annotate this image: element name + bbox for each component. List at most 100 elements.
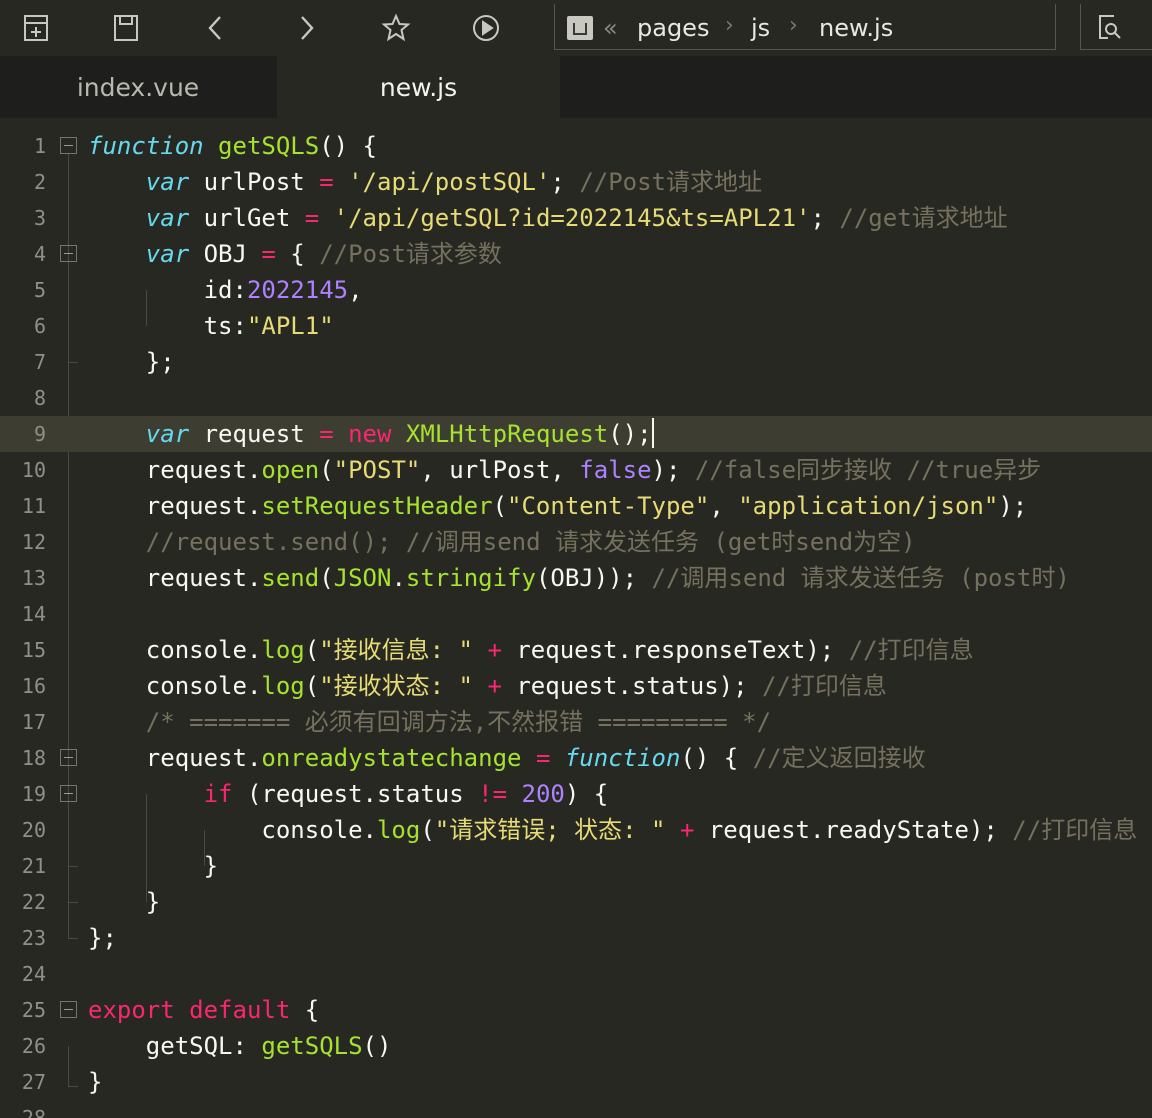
code-line[interactable]: 26 getSQL: getSQLS(): [0, 1028, 1152, 1064]
code-line[interactable]: 3 var urlGet = '/api/getSQL?id=2022145&t…: [0, 200, 1152, 236]
star-icon[interactable]: [376, 8, 416, 48]
code-text: }: [88, 1064, 102, 1100]
breadcrumb-item-pages[interactable]: pages: [637, 14, 709, 42]
code-token: if: [203, 780, 233, 808]
code-token: }: [88, 852, 219, 880]
code-text: request.setRequestHeader("Content-Type",…: [88, 488, 1027, 524]
breadcrumb-back[interactable]: «: [603, 14, 618, 42]
code-token: (: [304, 636, 320, 664]
code-line[interactable]: 15 console.log("接收信息: " + request.respon…: [0, 632, 1152, 668]
code-token: (: [420, 816, 435, 844]
line-number: 15: [21, 638, 46, 662]
code-token: ;: [810, 204, 840, 232]
code-line[interactable]: 19 if (request.status != 200) {: [0, 776, 1152, 812]
code-token: (request.status: [232, 780, 479, 808]
code-token: send: [261, 564, 320, 592]
code-token: );: [651, 456, 695, 484]
code-text: var OBJ = { //Post请求参数: [88, 236, 502, 272]
breadcrumb-separator: ›: [725, 13, 734, 38]
code-token: (: [304, 672, 320, 700]
code-text: request.onreadystatechange = function() …: [88, 740, 926, 776]
breadcrumb: « pages › js › new.js: [554, 4, 1056, 50]
fold-toggle-icon[interactable]: [60, 245, 77, 262]
code-token: request.readyState);: [694, 816, 1013, 844]
code-line[interactable]: 1 function getSQLS() {: [0, 128, 1152, 164]
code-text: console.log("接收状态: " + request.status); …: [88, 668, 887, 704]
fold-toggle-icon[interactable]: [60, 1001, 77, 1018]
code-line[interactable]: 25 export default {: [0, 992, 1152, 1028]
code-line[interactable]: 22 }: [0, 884, 1152, 920]
code-line[interactable]: 21 }: [0, 848, 1152, 884]
code-token: open: [261, 456, 320, 484]
fold-toggle-icon[interactable]: [60, 785, 77, 802]
code-token: ,: [348, 276, 363, 304]
back-arrow-icon[interactable]: [196, 8, 236, 48]
code-token: ts:: [88, 312, 247, 340]
code-token: () {: [319, 132, 377, 160]
code-token: "接收状态: ": [319, 672, 473, 700]
code-token: var: [145, 420, 190, 448]
code-line[interactable]: 12 //request.send(); //调用send 请求发送任务 (ge…: [0, 524, 1152, 560]
code-token: request.responseText);: [501, 636, 849, 664]
tab-new-js[interactable]: new.js: [277, 56, 560, 118]
line-number: 5: [33, 278, 46, 302]
code-text: console.log("接收信息: " + request.responseT…: [88, 632, 974, 668]
code-text: };: [88, 920, 117, 956]
code-token: id:: [88, 276, 247, 304]
new-file-icon[interactable]: [16, 8, 56, 48]
fold-toggle-icon[interactable]: [60, 137, 77, 154]
code-line[interactable]: 23};: [0, 920, 1152, 956]
line-number: 12: [21, 530, 46, 554]
line-number: 3: [33, 206, 46, 230]
code-token: '/api/getSQL?id=2022145&ts=APL21': [333, 204, 811, 232]
code-token: var: [145, 240, 190, 268]
code-token: request.: [88, 492, 262, 520]
code-token: () {: [680, 744, 753, 772]
breadcrumb-item-file[interactable]: new.js: [819, 14, 893, 42]
line-number: 24: [21, 962, 46, 986]
tab-index-vue[interactable]: index.vue: [0, 56, 276, 118]
code-line[interactable]: 6 ts:"APL1": [0, 308, 1152, 344]
code-token: +: [487, 636, 502, 664]
code-line[interactable]: 20 console.log("请求错误; 状态: " + request.re…: [0, 812, 1152, 848]
line-number: 21: [21, 854, 46, 878]
code-line[interactable]: 7 };: [0, 344, 1152, 380]
line-number: 27: [21, 1070, 46, 1094]
code-text: ts:"APL1": [88, 308, 334, 344]
code-line[interactable]: 5 id:2022145,: [0, 272, 1152, 308]
code-editor[interactable]: 1 function getSQLS() {2 var urlPost = '/a…: [0, 118, 1152, 1118]
code-line[interactable]: 14: [0, 596, 1152, 632]
play-icon[interactable]: [466, 8, 506, 48]
code-text: /* ======= 必须有回调方法,不然报错 ========= */: [88, 704, 771, 740]
code-line[interactable]: 4 var OBJ = { //Post请求参数: [0, 236, 1152, 272]
fold-toggle-icon[interactable]: [60, 749, 77, 766]
code-text: var urlGet = '/api/getSQL?id=2022145&ts=…: [88, 200, 1008, 236]
code-line[interactable]: 13 request.send(JSON.stringify(OBJ)); //…: [0, 560, 1152, 596]
code-line[interactable]: 18 request.onreadystatechange = function…: [0, 740, 1152, 776]
save-icon[interactable]: [106, 8, 146, 48]
code-line[interactable]: 16 console.log("接收状态: " + request.status…: [0, 668, 1152, 704]
code-token: ;: [550, 168, 580, 196]
code-line[interactable]: 8: [0, 380, 1152, 416]
code-line[interactable]: 10 request.open("POST", urlPost, false);…: [0, 452, 1152, 488]
code-line[interactable]: 2 var urlPost = '/api/postSQL'; //Post请求…: [0, 164, 1152, 200]
code-text: function getSQLS() {: [88, 128, 377, 164]
code-token: }: [88, 888, 161, 916]
code-line[interactable]: 27}: [0, 1064, 1152, 1100]
line-number: 10: [21, 458, 46, 482]
line-number: 28: [21, 1106, 46, 1118]
search-file-icon[interactable]: [1089, 7, 1129, 47]
code-line[interactable]: 28: [0, 1100, 1152, 1118]
code-token: ();: [608, 420, 652, 448]
code-line[interactable]: 9 var request = new XMLHttpRequest();: [0, 416, 1152, 452]
code-line[interactable]: 17 /* ======= 必须有回调方法,不然报错 ========= */: [0, 704, 1152, 740]
code-token: ) {: [564, 780, 609, 808]
code-token: urlPost: [189, 168, 320, 196]
code-line[interactable]: 24: [0, 956, 1152, 992]
breadcrumb-item-js[interactable]: js: [751, 14, 770, 42]
forward-arrow-icon[interactable]: [286, 8, 326, 48]
code-line[interactable]: 11 request.setRequestHeader("Content-Typ…: [0, 488, 1152, 524]
